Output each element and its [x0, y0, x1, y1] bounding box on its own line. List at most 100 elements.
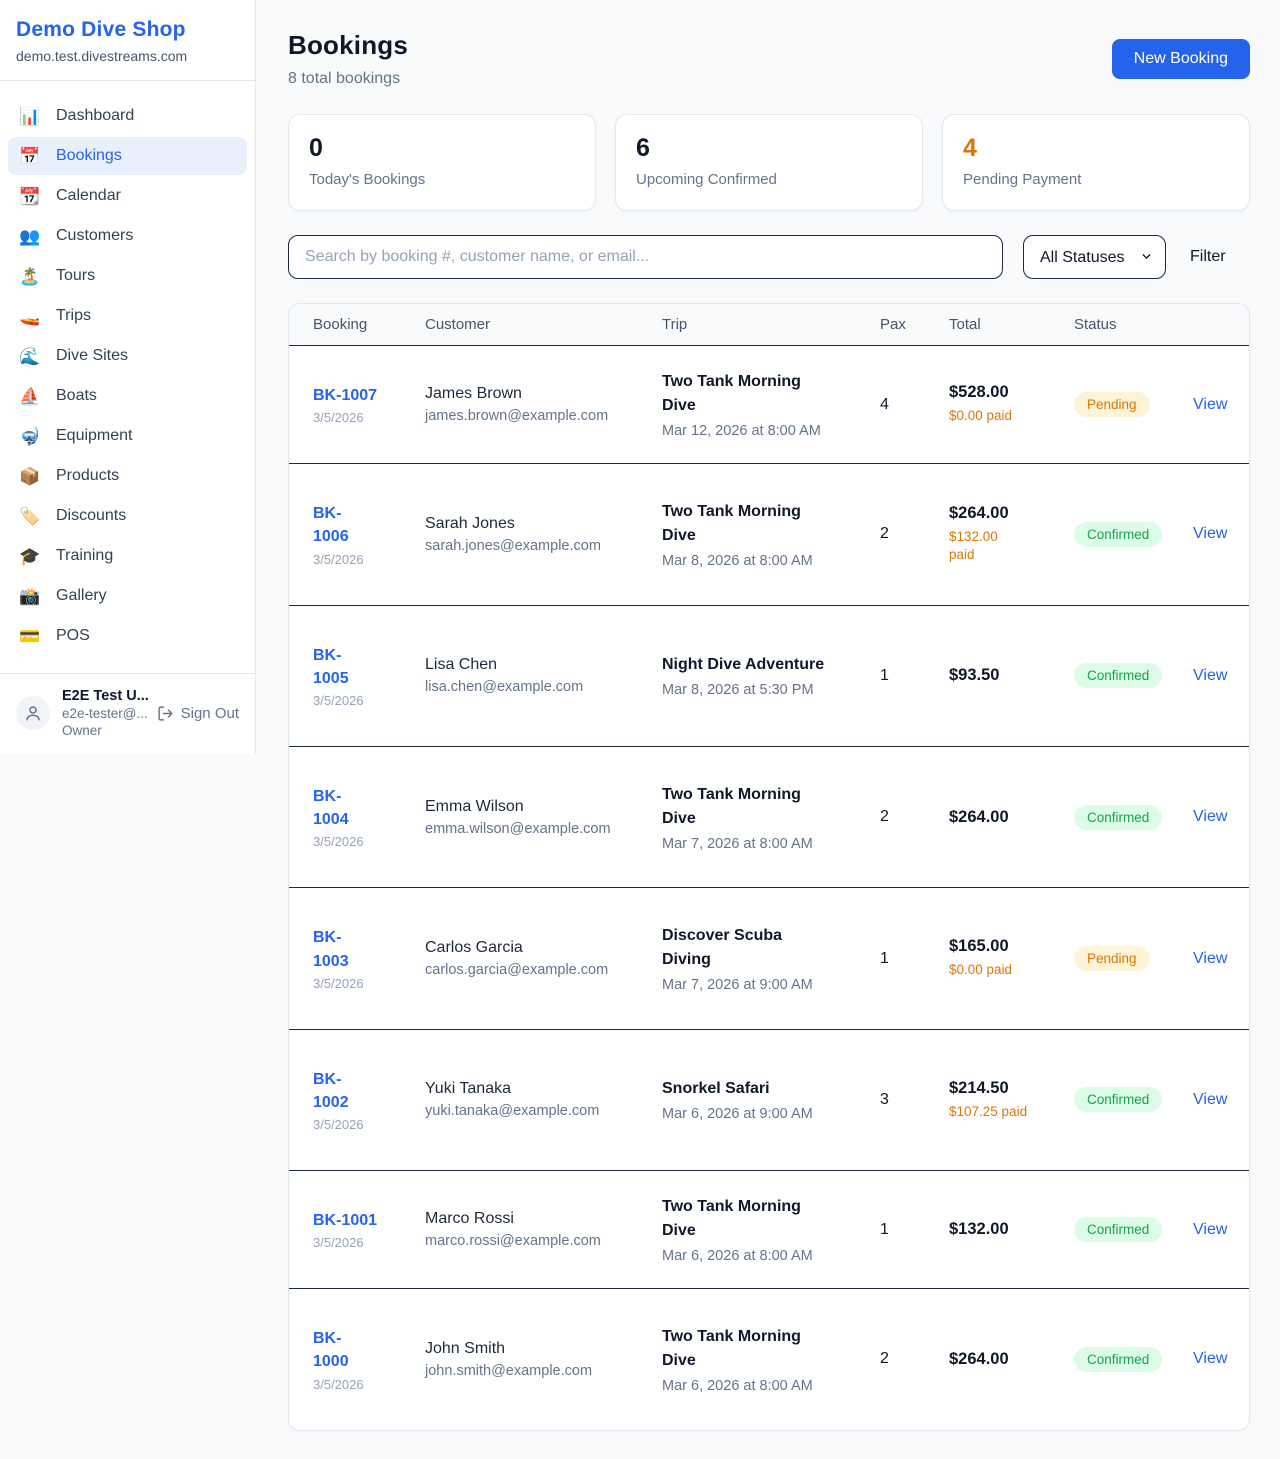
- table-row: BK- 1002 3/5/2026 Yuki Tanaka yuki.tanak…: [289, 1029, 1249, 1170]
- pax-count: 1: [880, 1221, 949, 1239]
- shop-name: Demo Dive Shop: [16, 18, 239, 42]
- user-email: e2e-tester@...: [62, 706, 145, 721]
- trip-name: Two Tank Morning Dive: [662, 370, 880, 418]
- total-amount: $93.50: [949, 666, 1074, 685]
- status-badge: Confirmed: [1074, 1087, 1162, 1112]
- booking-id-link[interactable]: BK- 1004: [313, 785, 349, 831]
- sidebar-item-equipment[interactable]: 🤿 Equipment: [8, 417, 247, 455]
- sidebar-item-products[interactable]: 📦 Products: [8, 457, 247, 495]
- calendar-icon: 📅: [18, 148, 42, 165]
- sidebar: Demo Dive Shop demo.test.divestreams.com…: [0, 0, 256, 754]
- column-header-customer: Customer: [425, 316, 662, 333]
- sidebar-item-bookings[interactable]: 📅 Bookings: [8, 137, 247, 175]
- user-name: E2E Test U...: [62, 688, 145, 704]
- booking-date: 3/5/2026: [313, 1377, 425, 1392]
- customer-name: Marco Rossi: [425, 1210, 662, 1228]
- sidebar-item-tours[interactable]: 🏝️ Tours: [8, 257, 247, 295]
- trip-date: Mar 6, 2026 at 9:00 AM: [662, 1106, 880, 1122]
- stat-card-pending-payment: 4 Pending Payment: [942, 114, 1250, 211]
- sailboat-icon: ⛵: [18, 388, 42, 405]
- main-content: Bookings 8 total bookings New Booking 0 …: [256, 0, 1280, 1459]
- pax-count: 2: [880, 808, 949, 826]
- avatar: [16, 696, 50, 730]
- view-link[interactable]: View: [1193, 396, 1227, 413]
- sidebar-item-training[interactable]: 🎓 Training: [8, 537, 247, 575]
- view-link[interactable]: View: [1193, 525, 1227, 542]
- sidebar-item-gallery[interactable]: 📸 Gallery: [8, 577, 247, 615]
- booking-id-link[interactable]: BK- 1002: [313, 1068, 349, 1114]
- view-link[interactable]: View: [1193, 950, 1227, 967]
- total-amount: $264.00: [949, 1350, 1074, 1369]
- customer-email: carlos.garcia@example.com: [425, 962, 662, 978]
- sidebar-item-trips[interactable]: 🚤 Trips: [8, 297, 247, 335]
- diving-mask-icon: 🤿: [18, 428, 42, 445]
- filter-button[interactable]: Filter: [1186, 242, 1230, 272]
- sidebar-item-calendar[interactable]: 📆 Calendar: [8, 177, 247, 215]
- sidebar-item-pos[interactable]: 💳 POS: [8, 617, 247, 655]
- booking-id-link[interactable]: BK- 1000: [313, 1327, 349, 1373]
- paid-amount: $0.00 paid: [949, 961, 1074, 979]
- shop-domain: demo.test.divestreams.com: [16, 48, 239, 64]
- column-header-total: Total: [949, 316, 1074, 333]
- stat-label: Today's Bookings: [309, 171, 575, 188]
- total-amount: $214.50: [949, 1079, 1074, 1098]
- booking-id-link[interactable]: BK-1007: [313, 384, 377, 407]
- sidebar-item-dive-sites[interactable]: 🌊 Dive Sites: [8, 337, 247, 375]
- booking-id-link[interactable]: BK- 1006: [313, 502, 349, 548]
- total-amount: $528.00: [949, 383, 1074, 402]
- table-row: BK-1007 3/5/2026 James Brown james.brown…: [289, 346, 1249, 463]
- user-role: Owner: [62, 723, 145, 738]
- search-input[interactable]: [288, 235, 1003, 279]
- view-link[interactable]: View: [1193, 1221, 1227, 1238]
- table-row: BK- 1005 3/5/2026 Lisa Chen lisa.chen@ex…: [289, 605, 1249, 746]
- new-booking-button[interactable]: New Booking: [1112, 39, 1250, 79]
- sidebar-item-discounts[interactable]: 🏷️ Discounts: [8, 497, 247, 535]
- sign-out-button[interactable]: Sign Out: [157, 705, 239, 722]
- stat-value: 4: [963, 134, 1229, 163]
- person-icon: [24, 704, 42, 722]
- booking-date: 3/5/2026: [313, 976, 425, 991]
- view-link[interactable]: View: [1193, 667, 1227, 684]
- bookings-table: Booking Customer Trip Pax Total Status B…: [288, 303, 1250, 1431]
- customer-email: emma.wilson@example.com: [425, 821, 662, 837]
- status-select[interactable]: All Statuses: [1023, 235, 1166, 279]
- package-icon: 📦: [18, 468, 42, 485]
- view-link[interactable]: View: [1193, 1091, 1227, 1108]
- table-row: BK-1001 3/5/2026 Marco Rossi marco.rossi…: [289, 1170, 1249, 1288]
- tag-icon: 🏷️: [18, 508, 42, 525]
- customer-email: james.brown@example.com: [425, 408, 662, 424]
- sidebar-item-dashboard[interactable]: 📊 Dashboard: [8, 97, 247, 135]
- stat-label: Upcoming Confirmed: [636, 171, 902, 188]
- sidebar-item-customers[interactable]: 👥 Customers: [8, 217, 247, 255]
- trip-date: Mar 6, 2026 at 8:00 AM: [662, 1248, 880, 1264]
- customer-name: John Smith: [425, 1340, 662, 1358]
- booking-date: 3/5/2026: [313, 693, 425, 708]
- sidebar-item-boats[interactable]: ⛵ Boats: [8, 377, 247, 415]
- booking-id-link[interactable]: BK-1001: [313, 1209, 377, 1232]
- stat-card-todays-bookings: 0 Today's Bookings: [288, 114, 596, 211]
- status-badge: Pending: [1074, 392, 1150, 417]
- customer-email: marco.rossi@example.com: [425, 1233, 662, 1249]
- column-header-status: Status: [1074, 316, 1193, 333]
- view-link[interactable]: View: [1193, 1350, 1227, 1367]
- brand-block: Demo Dive Shop demo.test.divestreams.com: [0, 0, 255, 81]
- view-link[interactable]: View: [1193, 808, 1227, 825]
- table-row: BK- 1003 3/5/2026 Carlos Garcia carlos.g…: [289, 887, 1249, 1028]
- stat-value: 6: [636, 134, 902, 163]
- trip-name: Two Tank Morning Dive: [662, 1195, 880, 1243]
- customer-email: sarah.jones@example.com: [425, 538, 662, 554]
- booking-id-link[interactable]: BK- 1003: [313, 926, 349, 972]
- customer-name: Lisa Chen: [425, 656, 662, 674]
- booking-date: 3/5/2026: [313, 410, 425, 425]
- trip-date: Mar 8, 2026 at 5:30 PM: [662, 682, 880, 698]
- trip-name: Discover Scuba Diving: [662, 924, 880, 972]
- column-header-trip: Trip: [662, 316, 880, 333]
- booking-id-link[interactable]: BK- 1005: [313, 644, 349, 690]
- customer-email: yuki.tanaka@example.com: [425, 1103, 662, 1119]
- booking-date: 3/5/2026: [313, 1235, 425, 1250]
- paid-amount: $132.00 paid: [949, 528, 1074, 564]
- customer-name: James Brown: [425, 385, 662, 403]
- graduation-cap-icon: 🎓: [18, 548, 42, 565]
- trip-date: Mar 7, 2026 at 8:00 AM: [662, 836, 880, 852]
- booking-date: 3/5/2026: [313, 834, 425, 849]
